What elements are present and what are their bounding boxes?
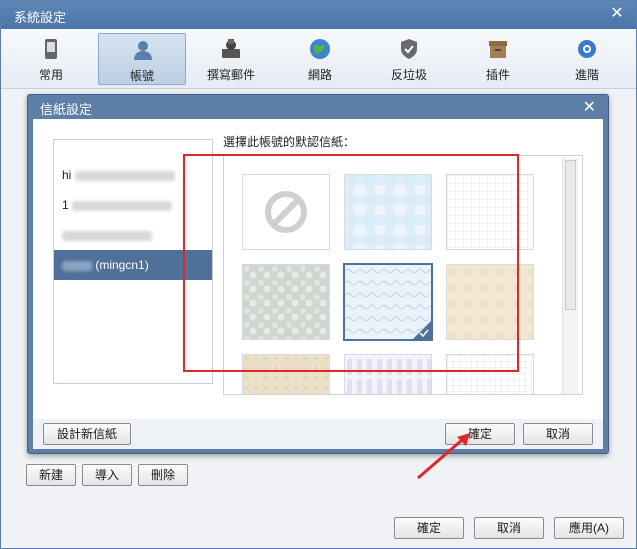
arrow-annotation-icon — [417, 433, 470, 480]
